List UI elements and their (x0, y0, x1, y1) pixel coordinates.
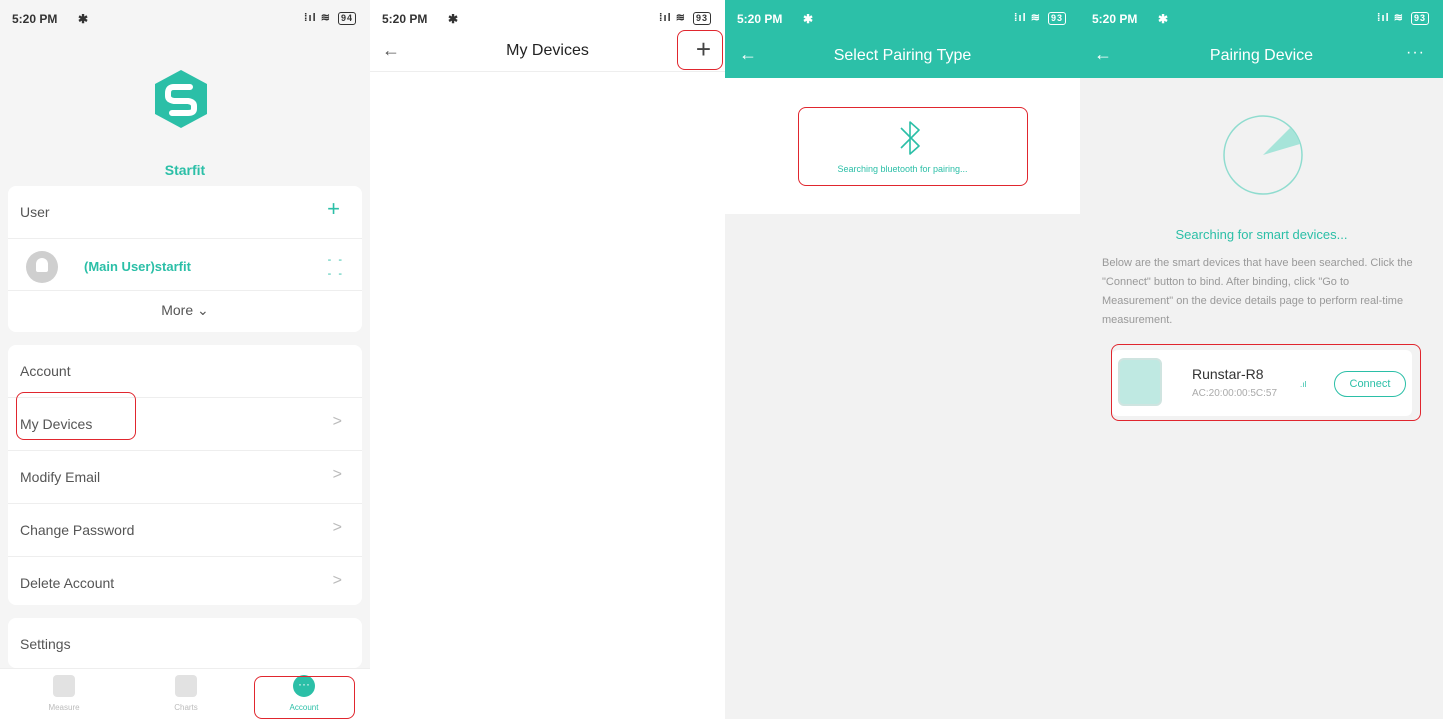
signal-icon: ⁞ıl (303, 12, 317, 24)
battery-icon: 93 (1410, 12, 1429, 25)
more-menu-icon[interactable]: ··· (1406, 44, 1425, 62)
nav-bar: ← My Devices + (370, 28, 725, 72)
wifi-icon: ≋ (1030, 12, 1041, 24)
wifi-icon: ≋ (320, 12, 331, 24)
user-name: (Main User)starfit (84, 259, 191, 274)
more-button[interactable]: More ⌄ (8, 302, 362, 319)
highlight-my-devices (16, 392, 136, 440)
user-row-main[interactable]: (Main User)starfit - - - - (8, 239, 362, 291)
tab-label: Measure (48, 703, 80, 712)
user-card: User + (Main User)starfit - - - - More ⌄ (8, 186, 362, 332)
account-screen: 5:20 PM ✱ ⁞ıl ≋ 94 Starfit User + (Main … (0, 0, 370, 719)
bluetooth-status-icon: ✱ (803, 12, 814, 26)
chevron-right-icon: > (332, 413, 342, 430)
status-bar: 5:20 PM ✱ ⁞ıl ≋ 93 (725, 0, 1080, 32)
settings-row[interactable]: Settings (8, 618, 362, 671)
status-icons: ⁞ıl ≋ 93 (659, 11, 711, 25)
account-section-label: Account (20, 363, 71, 379)
radar-scan-icon (1223, 115, 1303, 195)
menu-item-label: Modify Email (20, 469, 101, 485)
menu-item-label: Change Password (20, 522, 135, 538)
status-time: 5:20 PM (737, 12, 783, 26)
status-icons: ⁞ıl ≋ 93 (1014, 11, 1066, 25)
status-bar: 5:20 PM ✱ ⁞ıl ≋ 94 (0, 0, 370, 32)
menu-item-label: Delete Account (20, 575, 115, 591)
menu-item-change-password[interactable]: Change Password > (8, 504, 362, 557)
account-card: Account My Devices > Modify Email > Chan… (8, 345, 362, 605)
add-user-button[interactable]: + (327, 196, 340, 222)
account-header-row: Account (8, 345, 362, 398)
bluetooth-status-icon: ✱ (1158, 12, 1169, 26)
battery-icon: 94 (337, 12, 356, 25)
searching-text: Searching for smart devices... (1175, 227, 1348, 242)
status-time: 5:20 PM (12, 12, 58, 26)
page-title: Pairing Device (1209, 47, 1314, 64)
avatar (26, 251, 58, 283)
signal-icon: ⁞ıl (1376, 12, 1390, 24)
instructions-text: Below are the smart devices that have be… (1102, 257, 1413, 326)
page-title: My Devices (506, 42, 589, 59)
status-icons: ⁞ıl ≋ 93 (1377, 11, 1429, 25)
battery-icon: 93 (692, 12, 711, 25)
status-bar: 5:20 PM ✱ ⁞ıl ≋ 93 (1080, 0, 1443, 32)
status-time: 5:20 PM (382, 12, 428, 26)
chart-icon (175, 675, 197, 697)
user-value: - - - - (328, 253, 344, 281)
user-value-line2: - - (327, 268, 344, 280)
signal-icon: ⁞ıl (1013, 12, 1027, 24)
signal-icon: ⁞ıl (658, 12, 672, 24)
highlight-bluetooth (798, 107, 1028, 186)
wifi-icon: ≋ (675, 12, 686, 24)
home-icon (53, 675, 75, 697)
settings-label: Settings (20, 636, 71, 652)
chevron-right-icon: > (332, 519, 342, 536)
header-bar: 5:20 PM ✱ ⁞ıl ≋ 93 ← Pairing Device ··· (1080, 0, 1443, 78)
tab-charts[interactable]: Charts (146, 675, 226, 712)
pairing-device-screen: 5:20 PM ✱ ⁞ıl ≋ 93 ← Pairing Device ··· … (1080, 0, 1443, 719)
brand-name: Starfit (164, 162, 206, 178)
chevron-right-icon: > (332, 466, 342, 483)
more-label: More (161, 302, 194, 318)
highlight-account-tab (254, 676, 355, 719)
chevron-right-icon: > (332, 572, 342, 589)
user-section-label: User (20, 204, 50, 220)
wifi-icon: ≋ (1393, 12, 1404, 24)
status-icons: ⁞ıl ≋ 94 (304, 11, 356, 25)
menu-item-delete-account[interactable]: Delete Account > (8, 557, 362, 610)
user-header-row: User + (8, 186, 362, 239)
battery-icon: 93 (1047, 12, 1066, 25)
highlight-add-device (677, 30, 723, 70)
tab-label: Charts (174, 703, 198, 712)
highlight-device (1111, 344, 1421, 421)
page-title: Select Pairing Type (833, 47, 972, 64)
header-bar: 5:20 PM ✱ ⁞ıl ≋ 93 ← Select Pairing Type (725, 0, 1080, 78)
starfit-logo-icon (155, 70, 207, 128)
menu-item-modify-email[interactable]: Modify Email > (8, 451, 362, 504)
bluetooth-status-icon: ✱ (78, 12, 89, 26)
user-value-line1: - - (327, 254, 344, 266)
bluetooth-status-icon: ✱ (448, 12, 459, 26)
my-devices-screen: 5:20 PM ✱ ⁞ıl ≋ 93 ← My Devices + (370, 0, 725, 719)
tab-measure[interactable]: Measure (24, 675, 104, 712)
select-pairing-type-screen: 5:20 PM ✱ ⁞ıl ≋ 93 ← Select Pairing Type… (725, 0, 1080, 719)
chevron-down-icon: ⌄ (197, 302, 209, 318)
settings-card[interactable]: Settings (8, 618, 362, 668)
status-time: 5:20 PM (1092, 12, 1138, 26)
